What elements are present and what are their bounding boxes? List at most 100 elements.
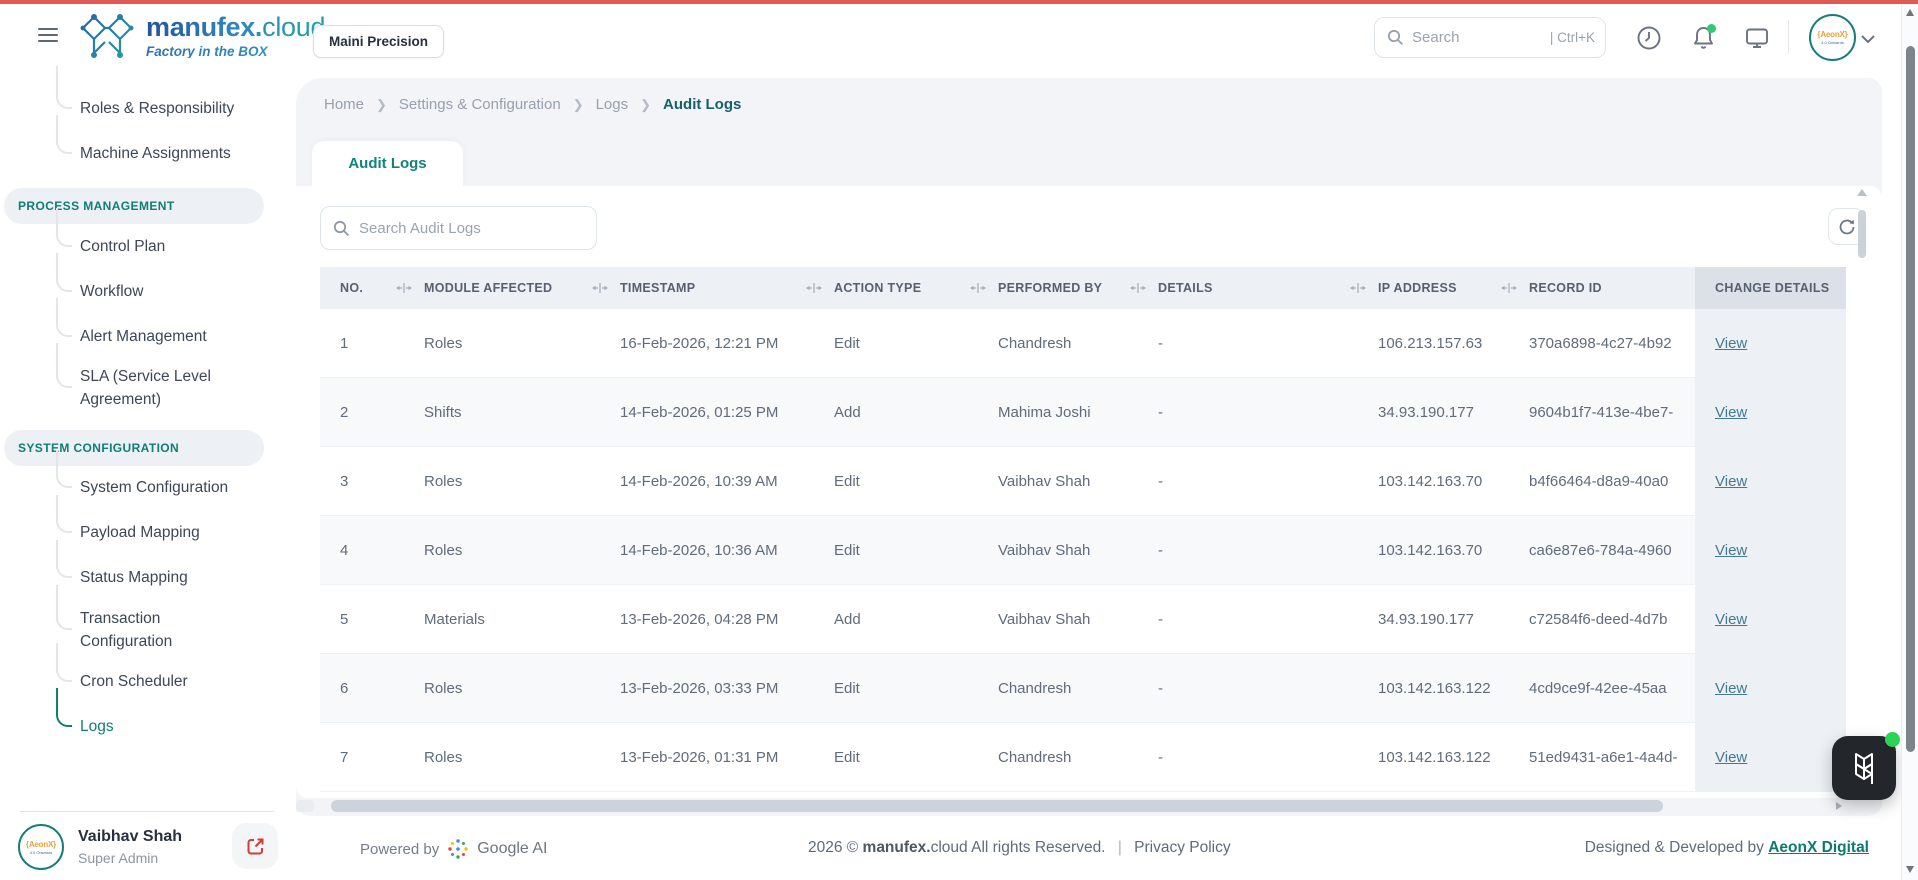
breadcrumb-settings[interactable]: Settings & Configuration — [399, 96, 561, 113]
privacy-policy-link[interactable]: Privacy Policy — [1134, 839, 1230, 856]
tree-connector-icon — [56, 208, 72, 247]
notification-badge — [1707, 24, 1716, 33]
hamburger-menu-icon[interactable] — [38, 28, 58, 42]
cell-no: 2 — [340, 403, 349, 421]
sidebar-section-process-management: PROCESS MANAGEMENT — [4, 188, 264, 224]
column-resize-handle-icon[interactable] — [1350, 282, 1366, 294]
column-header-ip-address[interactable]: IP ADDRESS — [1358, 267, 1517, 309]
breadcrumb-current: Audit Logs — [663, 96, 742, 113]
user-avatar[interactable]: {AeonX} 4.0 Onwards — [1809, 14, 1856, 61]
cell-timestamp: 13-Feb-2026, 01:31 PM — [620, 748, 779, 766]
sidebar-item-transaction-configuration[interactable]: Transaction Configuration — [0, 584, 294, 660]
sidebar-item-cron-scheduler[interactable]: Cron Scheduler — [0, 643, 294, 704]
cell-no: 4 — [340, 541, 349, 559]
scroll-right-arrow-icon[interactable] — [1836, 802, 1842, 810]
column-header-module-affected[interactable]: MODULE AFFECTED — [404, 267, 608, 309]
column-header-details[interactable]: DETAILS — [1138, 267, 1366, 309]
top-accent-bar — [0, 0, 1918, 4]
column-header-no[interactable]: NO. — [320, 267, 412, 309]
cell-ip-address: 103.142.163.122 — [1378, 748, 1491, 766]
scroll-up-arrow-icon[interactable] — [1857, 189, 1867, 196]
aeonx-digital-link[interactable]: AeonX Digital — [1768, 839, 1869, 856]
table-row: 7 Roles 13-Feb-2026, 01:31 PM Edit Chand… — [320, 723, 1846, 792]
view-link[interactable]: View — [1715, 749, 1747, 766]
cell-details: - — [1158, 472, 1163, 490]
display-button[interactable] — [1742, 23, 1772, 53]
search-icon — [1387, 29, 1404, 46]
column-resize-handle-icon[interactable] — [396, 282, 412, 294]
view-link[interactable]: View — [1715, 680, 1747, 697]
sidebar-item-status-mapping[interactable]: Status Mapping — [0, 539, 294, 601]
global-search-input[interactable] — [1412, 29, 1550, 46]
column-resize-handle-icon[interactable] — [1501, 282, 1517, 294]
audit-logs-search-input[interactable] — [359, 219, 584, 237]
sidebar-item-control-plan[interactable]: Control Plan — [0, 208, 294, 269]
column-header-timestamp[interactable]: TIMESTAMP — [600, 267, 822, 309]
cell-timestamp: 14-Feb-2026, 01:25 PM — [620, 403, 779, 421]
logout-button[interactable] — [232, 823, 278, 869]
column-resize-handle-icon[interactable] — [970, 282, 986, 294]
global-search[interactable]: | Ctrl+K — [1374, 17, 1606, 58]
view-link[interactable]: View — [1715, 611, 1747, 628]
copyright-year: 2026 © — [808, 839, 859, 856]
table-header-row: NO. MODULE AFFECTED TIMESTAMP ACTION TYP… — [320, 267, 1846, 309]
aeonx-cube-icon — [1855, 753, 1873, 784]
sidebar-item-payload-mapping[interactable]: Payload Mapping — [0, 494, 294, 556]
notifications-button[interactable] — [1688, 23, 1718, 53]
cell-no: 3 — [340, 472, 349, 490]
history-clock-button[interactable] — [1634, 23, 1664, 53]
designed-by: Designed & Developed by AeonX Digital — [1585, 839, 1869, 857]
column-resize-handle-icon[interactable] — [806, 282, 822, 294]
sidebar-item-system-configuration[interactable]: System Configuration — [0, 449, 294, 511]
profile-menu-chevron[interactable] — [1860, 31, 1876, 49]
cell-performed-by: Mahima Joshi — [998, 403, 1091, 421]
breadcrumb-logs[interactable]: Logs — [596, 96, 629, 113]
view-link[interactable]: View — [1715, 404, 1747, 421]
sidebar-section-label: SYSTEM CONFIGURATION — [18, 440, 180, 455]
sidebar-item-roles-responsibility[interactable]: Roles & Responsibility — [0, 70, 294, 131]
cell-timestamp: 13-Feb-2026, 04:28 PM — [620, 610, 779, 628]
column-header-record-id[interactable]: RECORD ID — [1509, 267, 1695, 309]
column-resize-handle-icon[interactable] — [592, 282, 608, 294]
view-link[interactable]: View — [1715, 335, 1747, 352]
column-header-label: ACTION TYPE — [834, 281, 922, 295]
refresh-icon — [1839, 219, 1854, 234]
chat-widget-button[interactable] — [1832, 732, 1900, 800]
app-logo[interactable]: manufex.cloud Factory in the BOX — [78, 11, 325, 61]
audit-logs-panel: NO. MODULE AFFECTED TIMESTAMP ACTION TYP… — [296, 186, 1882, 798]
table-horizontal-scrollbar[interactable] — [296, 800, 1882, 812]
sidebar-item-workflow[interactable]: Workflow — [0, 253, 294, 314]
organization-chip[interactable]: Maini Precision — [313, 25, 445, 58]
tree-connector-icon — [56, 343, 72, 389]
scrollbar-down-arrow-icon[interactable] — [1906, 866, 1914, 873]
page-scrollbar[interactable] — [1901, 0, 1918, 880]
page-scrollbar-thumb[interactable] — [1905, 46, 1915, 752]
sidebar-item-machine-assignments[interactable]: Machine Assignments — [0, 115, 294, 176]
scrollbar-up-arrow-icon[interactable] — [1906, 9, 1914, 16]
copyright: 2026 © manufex.cloud All rights Reserved… — [808, 839, 1231, 857]
tab-audit-logs[interactable]: Audit Logs — [312, 141, 463, 186]
footer-avatar[interactable]: {AeonX} 4.0 Onwards — [18, 824, 64, 870]
sidebar-item-logs[interactable]: Logs — [0, 688, 294, 749]
horizontal-scrollbar-thumb[interactable] — [331, 800, 1663, 812]
table-search[interactable] — [320, 206, 597, 250]
sidebar-item-label: System Configuration — [80, 479, 229, 497]
column-header-change-details[interactable]: CHANGE DETAILS — [1695, 267, 1846, 309]
copyright-brand-bold: manufex. — [862, 839, 931, 856]
view-link[interactable]: View — [1715, 473, 1747, 490]
sidebar: Roles & Responsibility Machine Assignmen… — [0, 66, 294, 816]
sidebar-item-alert-management[interactable]: Alert Management — [0, 298, 294, 359]
column-header-performed-by[interactable]: PERFORMED BY — [978, 267, 1146, 309]
cell-ip-address: 34.93.190.177 — [1378, 403, 1474, 421]
column-header-action-type[interactable]: ACTION TYPE — [814, 267, 986, 309]
table-scrollbar-thumb[interactable] — [1858, 210, 1866, 258]
sidebar-item-sla-service-level-agreement[interactable]: SLA (Service Level Agreement) — [0, 343, 294, 418]
view-link[interactable]: View — [1715, 542, 1747, 559]
cell-change-details: View — [1695, 378, 1846, 446]
scroll-left-button[interactable] — [296, 800, 314, 812]
breadcrumb-home[interactable]: Home — [324, 96, 364, 113]
column-resize-handle-icon[interactable] — [1130, 282, 1146, 294]
cell-change-details: View — [1695, 654, 1846, 722]
cell-details: - — [1158, 610, 1163, 628]
brand-name-bold: manufex. — [146, 11, 263, 42]
